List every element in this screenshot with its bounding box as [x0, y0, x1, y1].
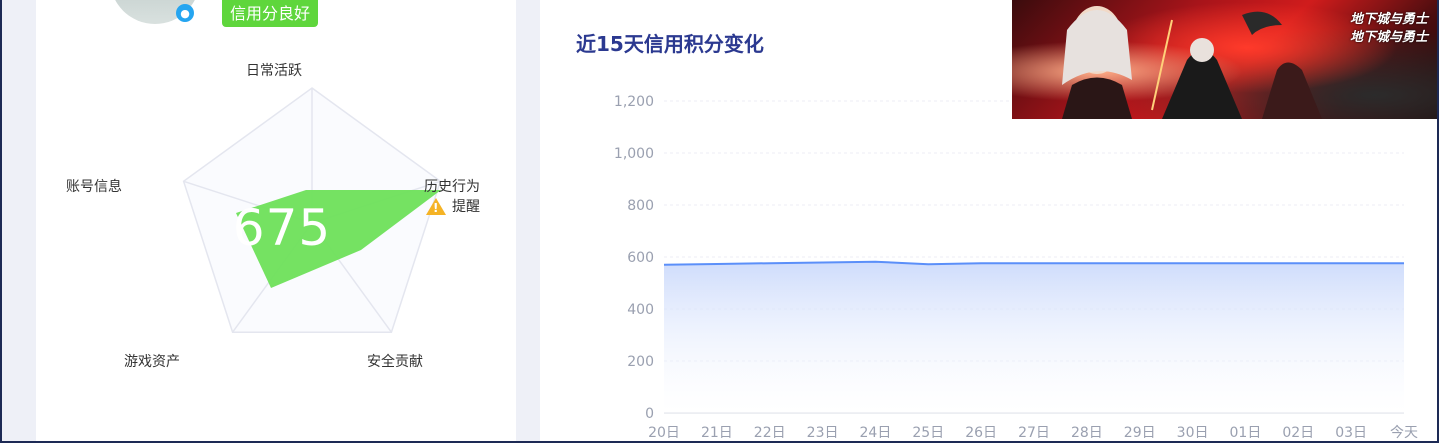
x-tick-label: 今天: [1390, 425, 1418, 441]
y-tick-label: 800: [627, 198, 654, 214]
trend-area: [664, 261, 1404, 413]
radar-label-history-behavior: 历史行为: [424, 179, 480, 195]
x-tick-label: 23日: [807, 425, 839, 441]
x-tick-label: 26日: [965, 425, 997, 441]
y-tick-label: 0: [645, 406, 654, 422]
x-axis: 20日 21日 22日 23日 24日 25日 26日 27日 28日 29日 30日 01日 02日 0…: [648, 425, 1418, 441]
y-axis: 0 200 400 600 800 1,000 1,200: [614, 94, 654, 422]
x-tick-label: 28日: [1071, 425, 1103, 441]
x-tick-label: 03日: [1335, 425, 1367, 441]
y-tick-label: 200: [627, 354, 654, 370]
credit-score-value: 675: [232, 199, 332, 257]
game-ad-banner[interactable]: 地下城与勇士 地下城与勇士: [1012, 0, 1439, 119]
x-tick-label: 02日: [1282, 425, 1314, 441]
y-tick-label: 1,000: [614, 146, 654, 162]
x-tick-label: 24日: [860, 425, 892, 441]
x-tick-label: 25日: [912, 425, 944, 441]
x-tick-label: 30日: [1177, 425, 1209, 441]
radar-label-account-info: 账号信息: [66, 179, 122, 195]
radar-label-security-contribution: 安全贡献: [367, 354, 423, 370]
y-tick-label: 1,200: [614, 94, 654, 110]
history-warning[interactable]: 提醒: [426, 196, 480, 216]
x-tick-label: 01日: [1230, 425, 1262, 441]
radar-label-daily-activity: 日常活跃: [246, 63, 302, 79]
x-tick-label: 29日: [1124, 425, 1156, 441]
warning-icon: [426, 197, 446, 215]
y-tick-label: 600: [627, 250, 654, 266]
credit-profile-card: ● 信用分良好 675 日常活跃 历史行为 提醒 安全贡献 游戏资产 账号信息: [36, 0, 516, 443]
x-tick-label: 20日: [648, 425, 680, 441]
y-tick-label: 400: [627, 302, 654, 318]
radar-label-game-assets: 游戏资产: [124, 354, 180, 370]
x-tick-label: 22日: [754, 425, 786, 441]
game-logo-top: 地下城与勇士: [1350, 12, 1429, 27]
x-tick-label: 27日: [1018, 425, 1050, 441]
game-logo-bottom: 地下城与勇士: [1350, 30, 1429, 45]
x-tick-label: 21日: [701, 425, 733, 441]
warning-text: 提醒: [452, 199, 480, 215]
